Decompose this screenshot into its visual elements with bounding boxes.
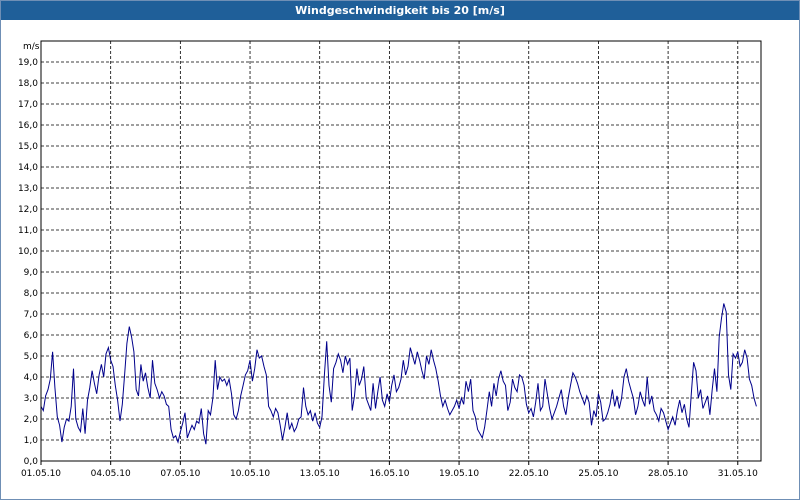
y-axis-label: m/s [23,42,40,52]
x-tick-label: 01.05.10 [21,469,61,479]
y-tick-label: 19,0 [18,58,38,68]
y-tick-label: 12,0 [18,205,38,215]
y-axis-ticks: 0,0 1,0 2,0 3,0 4,0 5,0 6,0 7,0 8,0 9,0 10,0 11,0 12… [18,58,38,467]
x-tick-label: 10.05.10 [230,469,270,479]
chart-window: Windgeschwindigkeit bis 20 [m/s] 0,0 1,0 2… [0,0,800,500]
y-tick-label: 4,0 [24,373,39,383]
x-tick-label: 22.05.10 [509,469,549,479]
x-tick-label: 25.05.10 [578,469,618,479]
x-tick-label: 31.05.10 [718,469,758,479]
y-tick-label: 17,0 [18,100,38,110]
wind-speed-chart: 0,0 1,0 2,0 3,0 4,0 5,0 6,0 7,0 8,0 9,0 10,0 11,0 12… [18,40,762,479]
y-tick-label: 6,0 [24,331,39,341]
x-tick-label: 07.05.10 [160,469,200,479]
x-tick-label: 16.05.10 [369,469,409,479]
y-tick-label: 8,0 [24,289,39,299]
y-tick-label: 16,0 [18,121,38,131]
y-tick-label: 15,0 [18,142,38,152]
y-tick-label: 5,0 [24,352,39,362]
grid-lines [41,41,761,461]
y-tick-label: 10,0 [18,247,38,257]
x-tick-label: 04.05.10 [91,469,131,479]
y-tick-label: 3,0 [24,394,39,404]
x-axis-ticks: 01.05.10 04.05.10 07.05.10 10.05.10 13.05.10… [21,461,758,479]
y-tick-label: 7,0 [24,310,39,320]
y-tick-label: 14,0 [18,163,38,173]
y-tick-label: 11,0 [18,226,38,236]
x-tick-label: 13.05.10 [300,469,340,479]
y-tick-label: 2,0 [24,415,39,425]
y-tick-label: 0,0 [24,457,39,467]
y-tick-label: 13,0 [18,184,38,194]
x-tick-label: 19.05.10 [439,469,479,479]
y-tick-label: 1,0 [24,436,39,446]
y-tick-label: 9,0 [24,268,39,278]
x-tick-label: 28.05.10 [648,469,688,479]
y-tick-label: 18,0 [18,79,38,89]
